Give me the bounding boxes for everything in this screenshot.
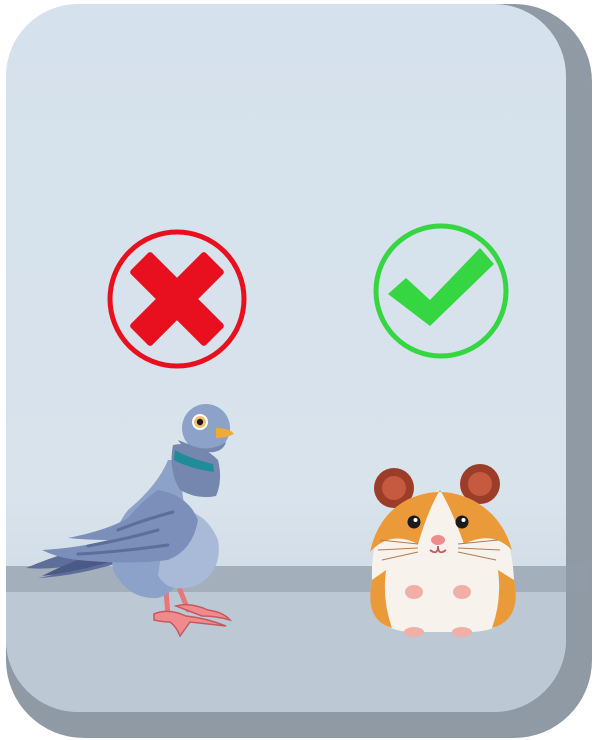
pigeon-illustration — [26, 404, 234, 638]
hamster-illustration — [370, 464, 516, 637]
cross-icon — [107, 229, 247, 369]
wall-band-edge — [566, 566, 590, 592]
checkmark-icon — [373, 223, 509, 359]
